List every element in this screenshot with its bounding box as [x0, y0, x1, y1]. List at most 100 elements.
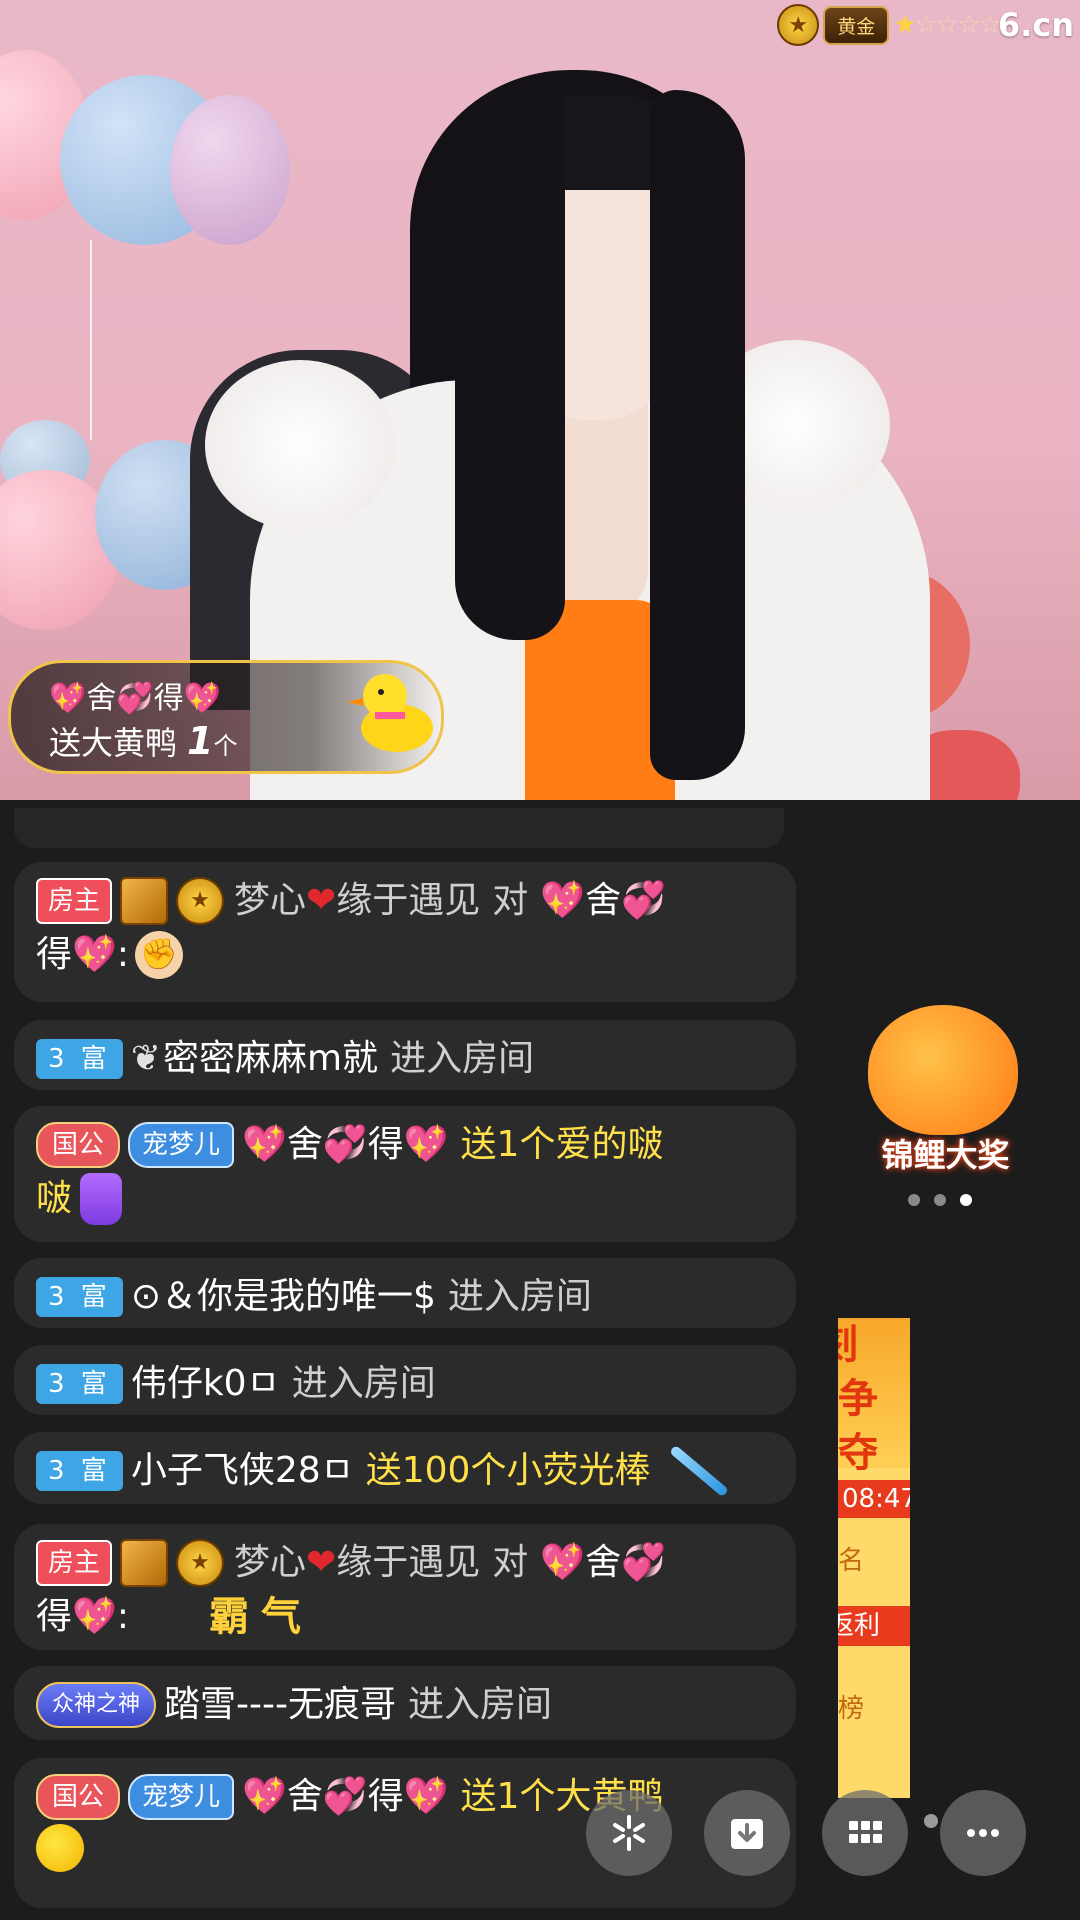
chat-target[interactable]: 得: [36, 928, 72, 982]
god-badge: 众神之神: [36, 1682, 157, 1728]
more-button[interactable]: [940, 1790, 1026, 1876]
medal-icon: ★: [176, 1539, 225, 1587]
chat-message[interactable]: 众神之神 踏雪----无痕哥 进入房间: [14, 1666, 796, 1740]
chat-verb: 对: [492, 880, 529, 921]
chat-target[interactable]: 舍: [585, 1536, 621, 1590]
koi-label: 锦鲤大奖: [881, 1136, 1010, 1174]
streamer-hair: [455, 80, 565, 640]
chat-colon: :: [116, 934, 129, 975]
sparkle-icon: [613, 1815, 645, 1851]
heart-icon: 💞: [322, 1124, 368, 1165]
yellow-duck-icon: [347, 674, 433, 752]
chat-username[interactable]: ⊙＆你是我的唯一$: [131, 1270, 436, 1324]
gold-bar-icon: [120, 1539, 169, 1587]
heart-icon: 💖: [242, 1124, 287, 1165]
streamer-hair: [650, 90, 745, 780]
heart-icon: 💞: [621, 880, 666, 921]
wealth-badge: 3 富: [36, 1039, 123, 1079]
gift-sender: 💖舍💞得💖: [49, 681, 222, 716]
notification-dot: [924, 1814, 938, 1828]
more-icon: [967, 1829, 999, 1837]
chat-username[interactable]: 舍: [287, 1770, 323, 1824]
clover-icon: ❦: [130, 1038, 161, 1079]
chat-target[interactable]: 得: [36, 1590, 72, 1644]
chat-message[interactable]: 3 富 ⊙＆你是我的唯一$ 进入房间: [14, 1258, 796, 1328]
gift-text: 送1个爱的啵: [460, 1124, 664, 1165]
wealth-badge: 3 富: [36, 1364, 123, 1404]
chat-username[interactable]: 舍: [287, 1118, 323, 1172]
activity-ranking: 榜: [838, 1694, 865, 1724]
chat-action: 进入房间: [447, 1276, 592, 1317]
heart-icon: ❤: [306, 880, 337, 921]
chat-message[interactable]: 国公 宠梦儿 💖 舍 💞 得 💖 送1个大黄鸭: [14, 1758, 796, 1908]
gift-line: 送大黄鸭 1个: [49, 718, 237, 764]
glow-stick-icon: [669, 1444, 730, 1498]
chat-target[interactable]: 舍: [585, 874, 621, 928]
chat-username[interactable]: 得: [368, 1118, 404, 1172]
grid-icon: [849, 1821, 882, 1843]
heart-icon: 💖: [72, 1596, 117, 1637]
wealth-badge: 3 富: [36, 1277, 123, 1317]
koi-prize-banner[interactable]: 锦鲤大奖: [838, 1005, 1053, 1180]
chat-message[interactable]: 房主 ★ 梦心❤缘于遇见 对 💖 舍 💞 得 💖: 霸气: [14, 1524, 796, 1650]
gold-bar-icon: [120, 877, 169, 925]
carousel-dot-active: [960, 1194, 972, 1206]
gift-bag-icon: [80, 1173, 123, 1225]
heart-icon: 💞: [621, 1542, 666, 1583]
chat-username[interactable]: 踏雪----无痕哥: [164, 1678, 396, 1732]
chat-content: 霸气: [208, 1594, 313, 1640]
chat-username[interactable]: 得: [368, 1770, 404, 1824]
gift-text: 啵: [36, 1178, 73, 1219]
activity-name: 名: [838, 1546, 865, 1576]
chat-message[interactable]: 3 富 伟仔k0ㅁ 进入房间: [14, 1345, 796, 1415]
heart-icon: 💖: [403, 1776, 449, 1817]
effects-button[interactable]: [586, 1790, 672, 1876]
heart-icon: 💞: [322, 1776, 368, 1817]
heart-icon: 💖: [540, 1542, 586, 1583]
chat-username[interactable]: 伟仔k0ㅁ: [131, 1357, 280, 1411]
chat-action: 进入房间: [390, 1038, 535, 1079]
chat-message[interactable]: 3 富 ❦ 密密麻麻m就 进入房间: [14, 1020, 796, 1090]
duke-badge: 国公: [36, 1122, 121, 1168]
download-icon: [731, 1819, 763, 1849]
heart-icon: 💖: [540, 880, 586, 921]
apps-button[interactable]: [822, 1790, 908, 1876]
heart-icon: 💖: [72, 934, 117, 975]
pet-badge: 宠梦儿: [128, 1774, 235, 1820]
koi-fish-icon: [868, 1005, 1018, 1135]
gift-action: 送大黄鸭: [49, 724, 178, 762]
chat-message[interactable]: 3 富 小子飞侠28ㅁ 送100个小荧光棒: [14, 1432, 796, 1504]
chat-message[interactable]: 国公 宠梦儿 💖 舍 💞 得 💖 送1个爱的啵 啵: [14, 1106, 796, 1242]
chat-scroll-edge: [14, 808, 784, 848]
gift-text: 送100个小荧光棒: [365, 1450, 651, 1491]
gift-unit: 个: [213, 732, 238, 760]
activity-panel[interactable]: 刻 争夺 08:47 名 返利 榜: [838, 1318, 910, 1798]
gift-count: 1: [187, 719, 214, 763]
carousel-dot: [934, 1194, 946, 1206]
pet-badge: 宠梦儿: [128, 1122, 235, 1168]
chat-username[interactable]: 梦心❤缘于遇见: [234, 874, 480, 928]
host-badge: 房主: [36, 1540, 113, 1586]
duke-badge: 国公: [36, 1774, 121, 1820]
heart-icon: 💖: [242, 1776, 287, 1817]
wealth-badge: 3 富: [36, 1451, 123, 1491]
yellow-duck-icon: [36, 1824, 84, 1872]
rank-label: 黄金: [823, 5, 890, 45]
chat-username[interactable]: 梦心❤缘于遇见: [234, 1536, 480, 1590]
activity-countdown: 08:47: [838, 1480, 910, 1518]
anchor-rank-badge[interactable]: ★ 黄金 ★☆☆☆☆ 6.cn: [777, 4, 1074, 46]
medal-icon: ★: [176, 877, 225, 925]
carousel-dot: [908, 1194, 920, 1206]
chat-colon: :: [116, 1596, 129, 1637]
chat-action: 进入房间: [291, 1363, 436, 1404]
balloon-string: [90, 240, 92, 440]
chat-username[interactable]: 密密麻麻m就: [163, 1032, 378, 1086]
host-badge: 房主: [36, 878, 113, 924]
download-button[interactable]: [704, 1790, 790, 1876]
activity-rebate: 返利: [838, 1606, 910, 1646]
rank-stars: ★☆☆☆☆: [893, 10, 1002, 40]
heart-icon: 💖: [403, 1124, 449, 1165]
chat-username[interactable]: 小子飞侠28ㅁ: [131, 1444, 354, 1498]
chat-message[interactable]: 房主 ★ 梦心❤缘于遇见 对 💖 舍 💞 得 💖: ✊: [14, 862, 796, 1002]
heart-icon: ❤: [306, 1542, 337, 1583]
